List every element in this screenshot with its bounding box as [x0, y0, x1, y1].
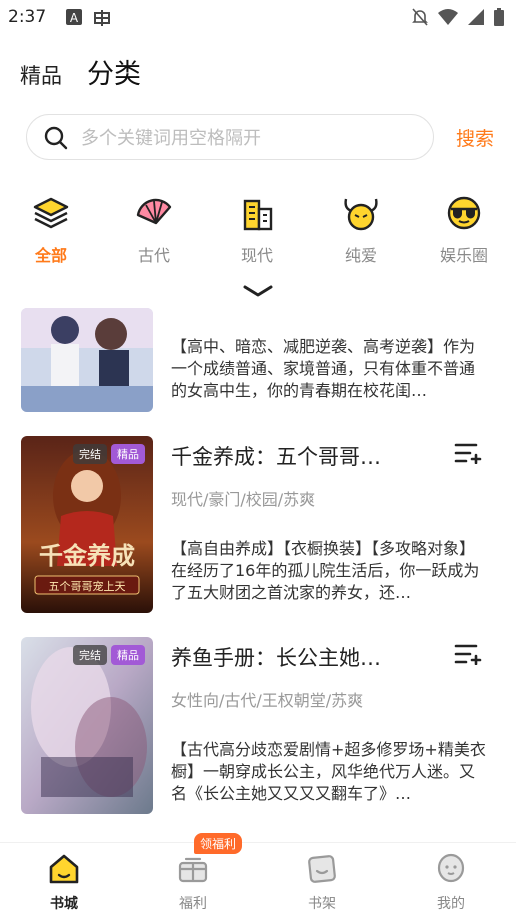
book-cover[interactable]: 完结 精品 [21, 637, 153, 814]
book-title[interactable]: 千金养成：五个哥哥… [171, 441, 411, 471]
bug-icon [94, 10, 110, 26]
tab-jingpin[interactable]: 精品 [20, 60, 62, 90]
book-cover[interactable]: 千金养成 五个哥哥宠上天 完结 精品 [21, 436, 153, 613]
category-entertainment[interactable]: 娱乐圈 [424, 190, 504, 266]
book-item[interactable]: 完结 精品 养鱼手册：长公主她… 女性向/古代/王权朝堂/苏爽 【古代高分歧恋爱… [0, 637, 516, 815]
status-bar: 2:37 A [0, 0, 516, 36]
app-a-icon: A [66, 9, 82, 25]
nav-label: 书架 [308, 896, 336, 912]
search-input[interactable] [79, 123, 423, 153]
cover-illustration [21, 308, 153, 412]
top-nav: 精品 分类 [0, 46, 516, 90]
status-time: 2:37 [8, 7, 47, 27]
layers-icon [33, 197, 69, 229]
horned-face-icon [344, 198, 378, 231]
category-label: 娱乐圈 [439, 246, 488, 265]
book-item[interactable]: 【高中、暗恋、减肥逆袭、高考逆袭】作为一个成绩普通、家境普通，只有体重不普通的女… [0, 308, 516, 414]
search-box[interactable] [26, 114, 434, 160]
chevron-down-icon[interactable] [242, 284, 274, 298]
category-modern[interactable]: 现代 [217, 190, 297, 266]
book-description: 【高中、暗恋、减肥逆袭、高考逆袭】作为一个成绩普通、家境普通，只有体重不普通的女… [171, 337, 476, 400]
search-button[interactable]: 搜索 [456, 124, 494, 151]
cover-subtitle-text: 五个哥哥宠上天 [49, 579, 126, 593]
book-cover[interactable] [21, 308, 153, 412]
profile-icon [437, 853, 465, 883]
book-item[interactable]: 千金养成 五个哥哥宠上天 完结 精品 千金养成：五个哥哥… 现代/豪门/校园/苏… [0, 436, 516, 614]
search-icon [44, 126, 68, 150]
book-description: 【高自由养成】【衣橱换装】【多攻略对象】在经历了16年的孤儿院生活后，你一跃成为… [171, 539, 480, 602]
category-label: 现代 [240, 246, 273, 265]
nav-label: 福利 [179, 896, 207, 912]
category-label: 纯爱 [344, 246, 377, 265]
nav-bookshelf[interactable]: 书架 [277, 853, 367, 913]
category-bar: 全部 古代 现代 纯爱 娱乐圈 [0, 190, 516, 270]
wifi-icon [438, 9, 458, 25]
add-to-shelf-icon[interactable] [454, 643, 482, 665]
book-tags: 现代/豪门/校园/苏爽 [171, 490, 316, 509]
building-icon [243, 199, 273, 231]
bottom-nav: 书城 福利 书架 我的 [0, 842, 516, 920]
welfare-badge[interactable]: 领福利 [194, 833, 243, 854]
svg-text:A: A [70, 11, 79, 25]
nav-bookstore[interactable]: 书城 [19, 853, 109, 913]
signal-icon [468, 9, 484, 25]
category-pure-love[interactable]: 纯爱 [321, 190, 401, 266]
cover-badges: 完结 精品 [73, 444, 145, 464]
category-all[interactable]: 全部 [11, 190, 91, 266]
home-icon [49, 854, 79, 884]
nav-label: 书城 [50, 896, 78, 912]
category-label: 全部 [34, 246, 67, 265]
cover-title-text: 千金养成 [39, 541, 135, 570]
sunglasses-face-icon [447, 196, 481, 230]
add-to-shelf-icon[interactable] [454, 442, 482, 464]
nav-profile[interactable]: 我的 [406, 853, 496, 913]
book-description: 【古代高分歧恋爱剧情+超多修罗场+精美衣橱】一朝穿成长公主，风华绝代万人迷。又名… [171, 740, 486, 803]
finished-badge: 完结 [73, 444, 107, 464]
cover-badges: 完结 精品 [73, 645, 145, 665]
nav-welfare[interactable]: 福利 [148, 853, 238, 913]
nav-label: 我的 [437, 896, 465, 912]
gift-icon [178, 857, 208, 883]
battery-icon [494, 8, 504, 26]
book-title[interactable]: 养鱼手册：长公主她… [171, 642, 411, 672]
tab-fenlei[interactable]: 分类 [87, 52, 141, 91]
mute-bell-icon [412, 8, 428, 26]
category-ancient[interactable]: 古代 [114, 190, 194, 266]
bookshelf-icon [308, 855, 336, 883]
premium-badge: 精品 [111, 444, 145, 464]
folding-fan-icon [136, 198, 172, 225]
premium-badge: 精品 [111, 645, 145, 665]
finished-badge: 完结 [73, 645, 107, 665]
book-tags: 女性向/古代/王权朝堂/苏爽 [171, 691, 364, 710]
category-label: 古代 [137, 246, 170, 265]
